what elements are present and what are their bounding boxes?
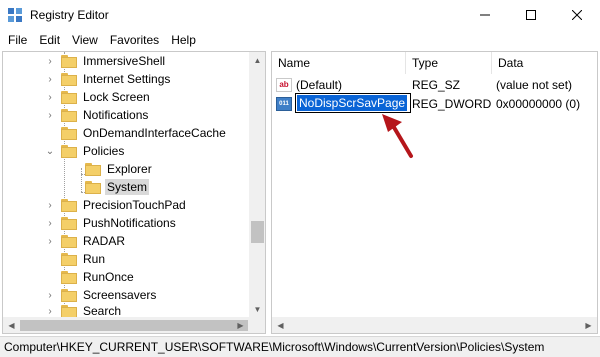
scrollbar-corner: [249, 317, 265, 333]
maximize-icon: [526, 10, 536, 20]
tree-item-label: Screensavers: [83, 288, 157, 302]
value-type: REG_SZ: [412, 78, 461, 92]
column-header-name[interactable]: Name: [272, 52, 406, 74]
tree-item-label: Lock Screen: [83, 90, 150, 104]
scroll-thumb[interactable]: [20, 320, 248, 331]
value-name: (Default): [296, 78, 343, 92]
scroll-up-icon[interactable]: ▲: [249, 52, 265, 69]
title-bar: Registry Editor: [0, 0, 600, 30]
tree-item[interactable]: › RADAR: [45, 232, 127, 250]
tree-item[interactable]: › ImmersiveShell: [45, 52, 167, 70]
window-title: Registry Editor: [30, 8, 109, 22]
list-horizontal-scrollbar[interactable]: ◀ ▶: [272, 317, 597, 333]
close-icon: [572, 10, 582, 20]
values-list-pane[interactable]: Name Type Data ab (Default) REG_SZ (valu…: [271, 51, 598, 334]
column-header-type[interactable]: Type: [406, 52, 492, 74]
scroll-left-icon[interactable]: ◀: [272, 317, 289, 333]
tree-item-label: ImmersiveShell: [83, 54, 166, 68]
no-expander: [45, 268, 55, 286]
tree-item[interactable]: › PushNotifications: [45, 214, 178, 232]
registry-editor-icon: [8, 8, 22, 22]
folder-icon: [61, 198, 77, 212]
annotation-arrow-icon: [382, 114, 413, 158]
menu-view[interactable]: View: [66, 30, 104, 50]
folder-icon: [61, 126, 77, 140]
tree-item[interactable]: › Internet Settings: [45, 70, 172, 88]
rename-input-text: NoDispScrSavPage: [297, 95, 408, 111]
tree-item[interactable]: Explorer: [79, 160, 154, 178]
menu-favorites[interactable]: Favorites: [104, 30, 165, 50]
column-header-data[interactable]: Data: [492, 52, 597, 74]
tree-item[interactable]: ⌄ Policies: [45, 142, 126, 160]
no-expander: [45, 124, 55, 142]
tree-item-label: PushNotifications: [83, 216, 176, 230]
chevron-right-icon[interactable]: ›: [45, 214, 55, 232]
value-row-editing[interactable]: 011 NoDispScrSavPage REG_DWORD 0x0000000…: [276, 93, 596, 113]
folder-icon: [61, 54, 77, 68]
menu-file[interactable]: File: [0, 30, 33, 50]
key-tree-pane[interactable]: › ImmersiveShell › Internet Settings › L…: [2, 51, 266, 334]
folder-icon: [61, 270, 77, 284]
folder-icon: [85, 162, 101, 176]
ab-string-icon: ab: [276, 78, 292, 92]
menu-edit[interactable]: Edit: [33, 30, 66, 50]
folder-icon: [61, 304, 77, 318]
folder-icon: [61, 288, 77, 302]
tree-item[interactable]: Run: [45, 250, 107, 268]
maximize-button[interactable]: [508, 0, 554, 30]
scroll-left-icon[interactable]: ◀: [3, 317, 20, 333]
folder-icon: [61, 252, 77, 266]
folder-icon: [61, 216, 77, 230]
chevron-right-icon[interactable]: ›: [45, 52, 55, 70]
tree-item-label: System: [105, 179, 150, 195]
tree-item-label: Internet Settings: [83, 72, 171, 86]
tree-item[interactable]: OnDemandInterfaceCache: [45, 124, 228, 142]
tree-item-label: Run: [83, 252, 106, 266]
tree-vertical-scrollbar[interactable]: ▲ ▼: [249, 52, 265, 318]
tree-item[interactable]: › Lock Screen: [45, 88, 152, 106]
folder-icon: [61, 90, 77, 104]
value-type: REG_DWORD: [412, 97, 492, 111]
tree-item[interactable]: › PrecisionTouchPad: [45, 196, 188, 214]
scroll-thumb[interactable]: [251, 221, 264, 243]
scroll-right-icon[interactable]: ▶: [232, 317, 249, 333]
chevron-right-icon[interactable]: ›: [45, 232, 55, 250]
tree-item-label: RADAR: [83, 234, 126, 248]
minimize-button[interactable]: [462, 0, 508, 30]
chevron-right-icon[interactable]: ›: [45, 196, 55, 214]
status-bar-path: Computer\HKEY_CURRENT_USER\SOFTWARE\Micr…: [0, 336, 600, 357]
tree-item[interactable]: › Notifications: [45, 106, 150, 124]
scroll-down-icon[interactable]: ▼: [249, 301, 265, 318]
tree-horizontal-scrollbar[interactable]: ◀ ▶: [3, 317, 265, 333]
tree-item-label: OnDemandInterfaceCache: [83, 126, 226, 140]
menu-bar: File Edit View Favorites Help: [0, 30, 600, 50]
tree-item-label: Explorer: [107, 162, 152, 176]
tree-item-selected[interactable]: System: [79, 178, 150, 196]
tree-item[interactable]: RunOnce: [45, 268, 136, 286]
binary-value-icon: 011: [276, 97, 292, 111]
rename-input[interactable]: NoDispScrSavPage: [295, 93, 411, 113]
chevron-down-icon[interactable]: ⌄: [45, 142, 55, 160]
folder-icon: [61, 108, 77, 122]
tree-item-label: RunOnce: [83, 270, 134, 284]
no-expander: [45, 250, 55, 268]
folder-icon: [61, 144, 77, 158]
tree-item-label: Notifications: [83, 108, 149, 122]
tree-item-label: PrecisionTouchPad: [83, 198, 186, 212]
folder-icon: [61, 234, 77, 248]
menu-help[interactable]: Help: [165, 30, 202, 50]
value-data: 0x00000000 (0): [496, 97, 581, 111]
value-data: (value not set): [496, 78, 573, 92]
folder-icon: [85, 180, 101, 194]
chevron-right-icon[interactable]: ›: [45, 106, 55, 124]
tree-item-label: Policies: [83, 144, 125, 158]
chevron-right-icon[interactable]: ›: [45, 88, 55, 106]
close-button[interactable]: [554, 0, 600, 30]
folder-icon: [61, 72, 77, 86]
chevron-right-icon[interactable]: ›: [45, 70, 55, 88]
minimize-icon: [480, 14, 490, 16]
value-row[interactable]: ab (Default) REG_SZ (value not set): [276, 76, 596, 94]
scroll-right-icon[interactable]: ▶: [580, 317, 597, 333]
